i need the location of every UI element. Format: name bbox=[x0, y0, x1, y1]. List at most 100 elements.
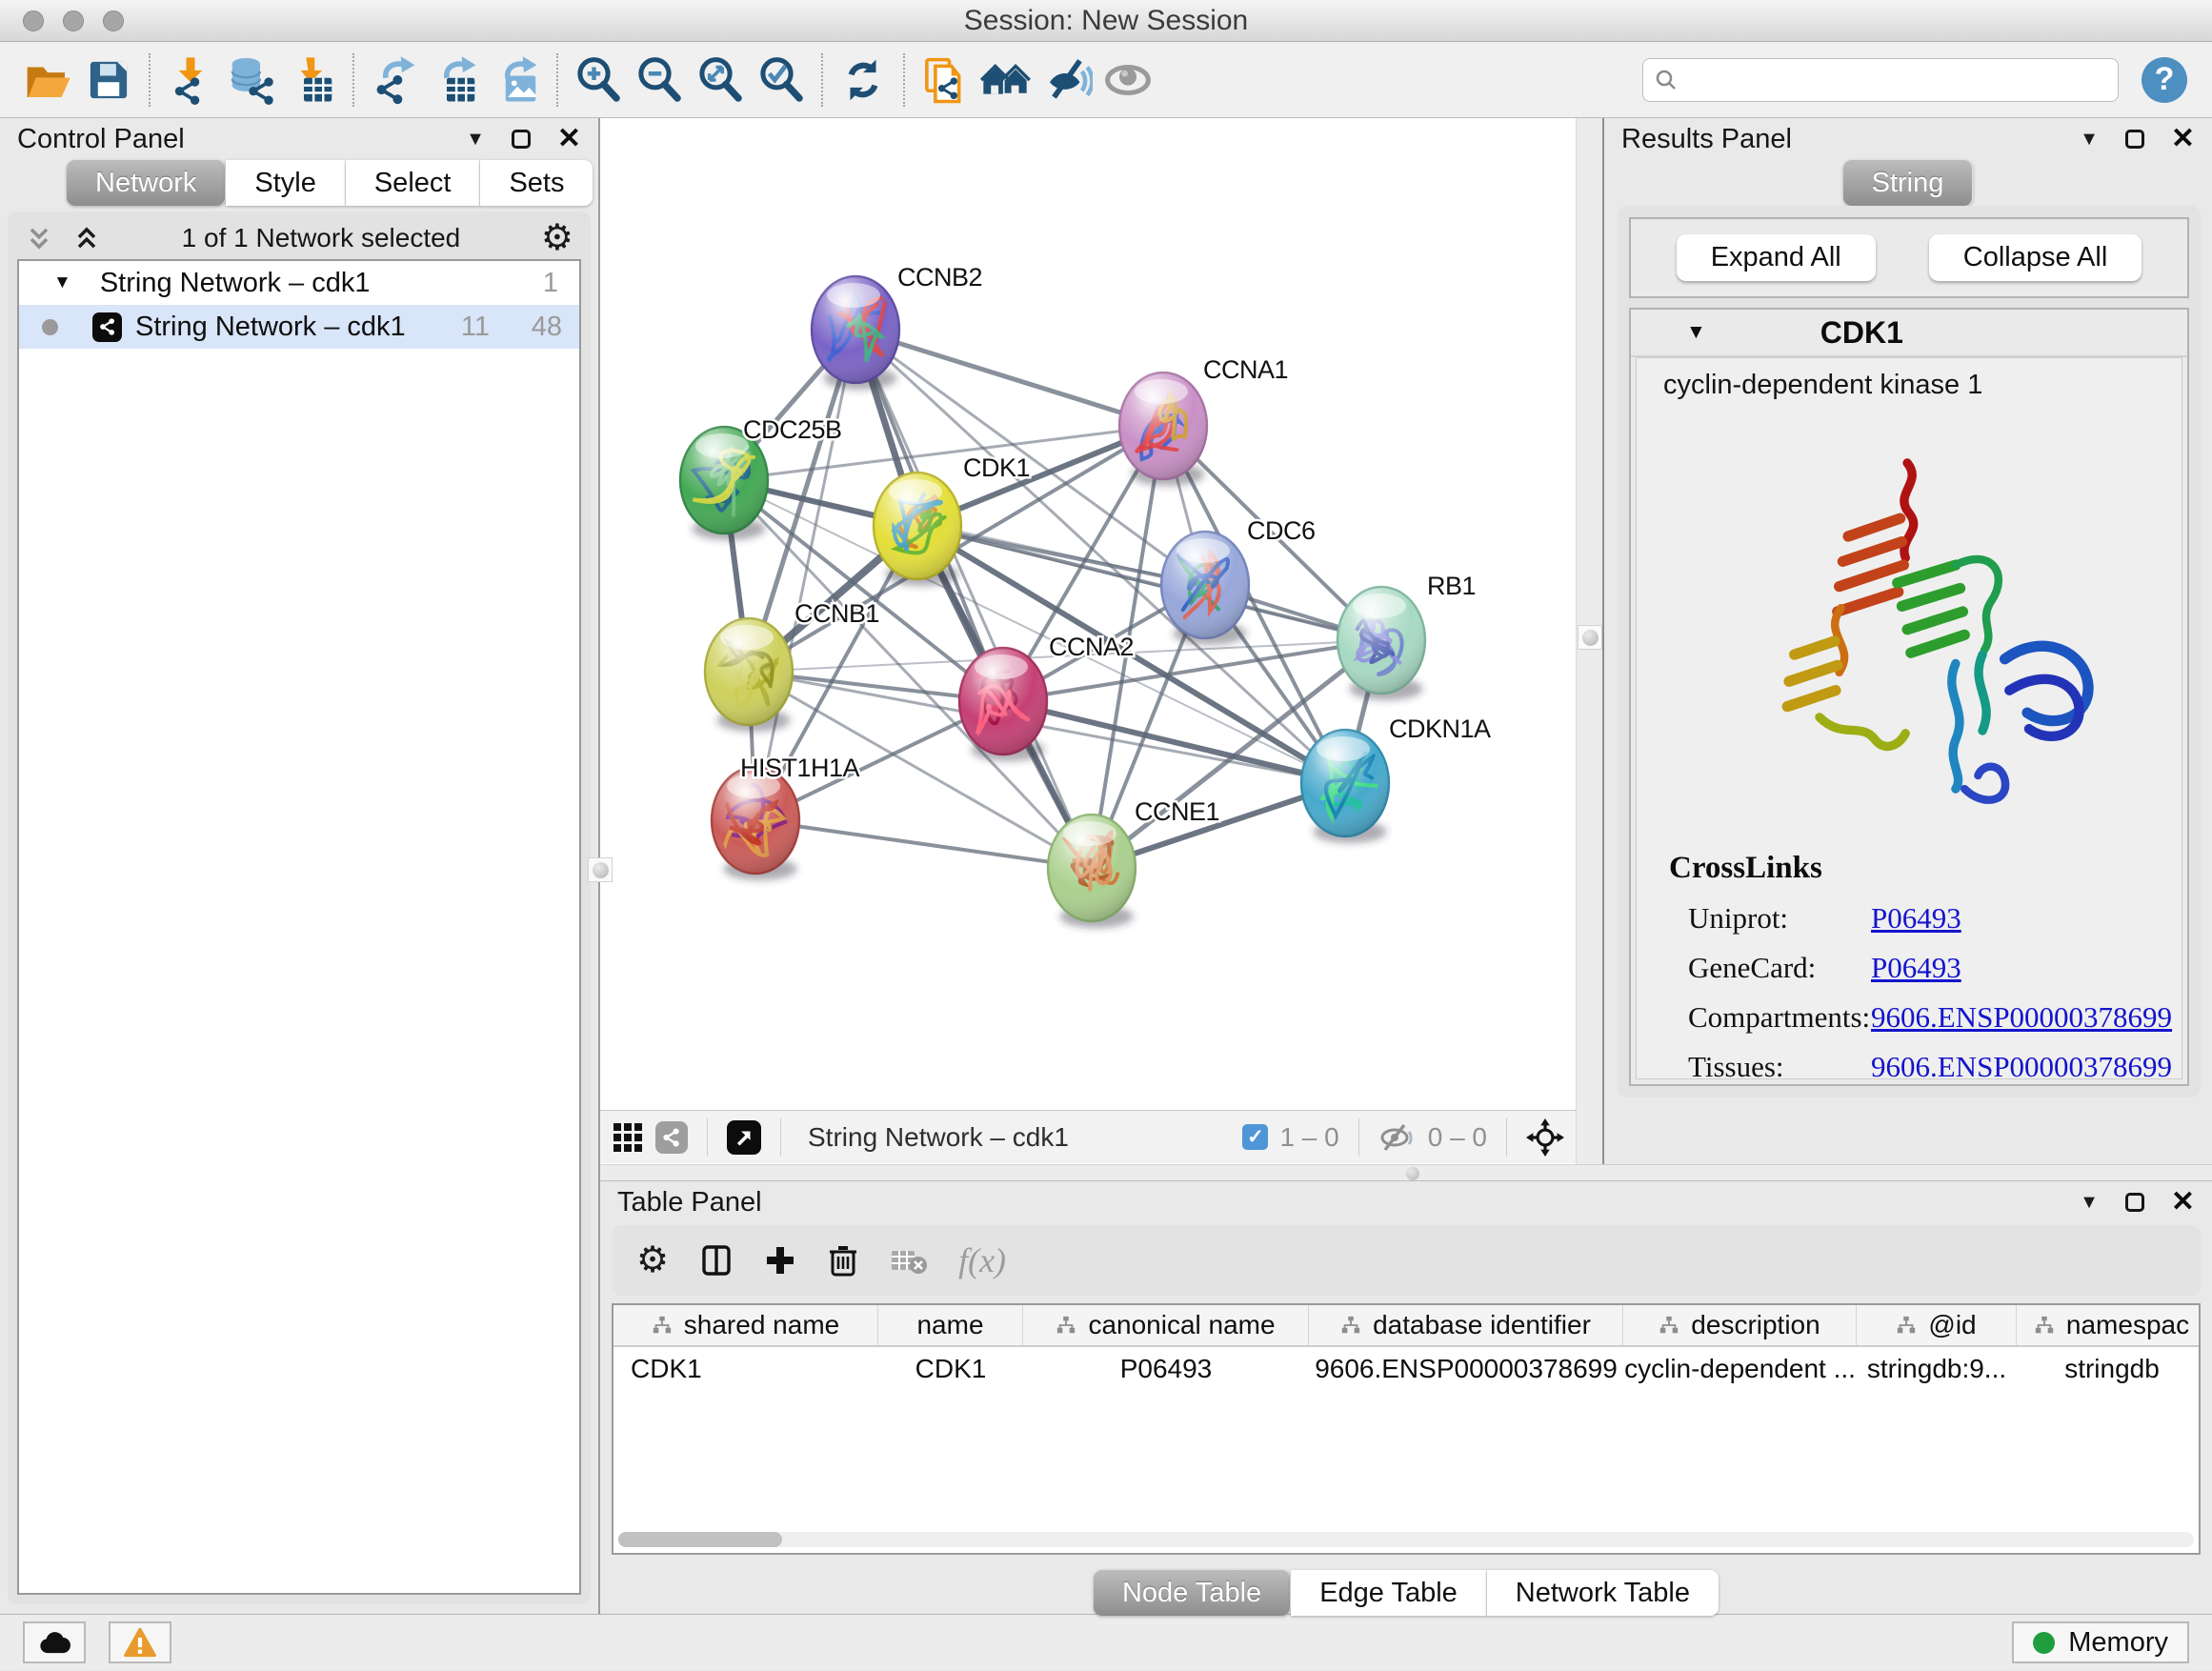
zoom-fit-button[interactable] bbox=[690, 50, 751, 111]
crosslink-row: Compartments: 9606.ENSP00000378699 bbox=[1669, 1000, 2182, 1035]
tab-style[interactable]: Style bbox=[226, 160, 345, 206]
column-header-description[interactable]: description bbox=[1623, 1305, 1857, 1345]
crosslink-value-link[interactable]: P06493 bbox=[1871, 901, 1961, 936]
collection-expand-caret-icon[interactable]: ▼ bbox=[53, 272, 71, 293]
network-node-CCNA1[interactable] bbox=[1118, 372, 1208, 480]
panel-menu-caret-icon[interactable]: ▼ bbox=[2080, 129, 2099, 151]
network-collection-row[interactable]: ▼ String Network – cdk1 1 bbox=[19, 261, 579, 305]
birdseye-view-icon[interactable] bbox=[727, 1120, 761, 1155]
table-row[interactable]: CDK1CDK1P064939606.ENSP00000378699cyclin… bbox=[613, 1347, 2199, 1391]
column-header-@id[interactable]: @id bbox=[1857, 1305, 2017, 1345]
export-network-button[interactable] bbox=[364, 50, 425, 111]
search-input[interactable] bbox=[1642, 58, 2119, 102]
network-options-gear-icon[interactable]: ⚙ bbox=[541, 220, 573, 256]
help-button[interactable]: ? bbox=[2142, 57, 2187, 103]
network-node-CCNB1[interactable] bbox=[704, 617, 794, 726]
network-edge-count: 48 bbox=[490, 312, 562, 343]
crosslink-value-link[interactable]: 9606.ENSP00000378699 bbox=[1871, 1050, 2172, 1079]
table-options-gear-icon[interactable]: ⚙ bbox=[636, 1242, 669, 1278]
vertical-splitter[interactable] bbox=[1576, 118, 1604, 1164]
network-node-CCNB2[interactable] bbox=[811, 275, 900, 384]
import-network-database-button[interactable] bbox=[221, 50, 282, 111]
export-table-button[interactable] bbox=[425, 50, 486, 111]
column-header-database-identifier[interactable]: database identifier bbox=[1309, 1305, 1623, 1345]
entry-collapse-caret-icon[interactable]: ▼ bbox=[1686, 321, 1706, 344]
tab-sets[interactable]: Sets bbox=[480, 160, 593, 206]
panel-menu-caret-icon[interactable]: ▼ bbox=[466, 129, 485, 151]
function-builder-icon: f(x) bbox=[958, 1240, 1006, 1280]
tab-edge-table[interactable]: Edge Table bbox=[1291, 1570, 1487, 1616]
node-label-CCNE1: CCNE1 bbox=[1135, 797, 1219, 826]
network-node-CDC6[interactable] bbox=[1160, 531, 1250, 639]
network-view-icon[interactable] bbox=[655, 1121, 688, 1154]
show-columns-icon[interactable] bbox=[699, 1243, 734, 1278]
create-column-plus-icon[interactable] bbox=[764, 1244, 796, 1277]
show-homes-button[interactable] bbox=[975, 50, 1036, 111]
zoom-out-button[interactable] bbox=[629, 50, 690, 111]
zoom-in-button[interactable] bbox=[568, 50, 629, 111]
zoom-selected-button[interactable] bbox=[751, 50, 812, 111]
refresh-network-button[interactable] bbox=[833, 50, 894, 111]
expand-all-icon[interactable] bbox=[72, 223, 101, 253]
panel-close-icon[interactable]: ✕ bbox=[2171, 125, 2195, 153]
network-node-CCNE1[interactable] bbox=[1047, 814, 1136, 922]
save-session-button[interactable] bbox=[78, 50, 139, 111]
open-session-button[interactable] bbox=[17, 50, 78, 111]
tab-string[interactable]: String bbox=[1843, 160, 1974, 206]
crosslink-value-link[interactable]: P06493 bbox=[1871, 951, 1961, 985]
collapse-all-icon[interactable] bbox=[25, 223, 53, 253]
column-header-name[interactable]: name bbox=[878, 1305, 1023, 1345]
expand-all-button[interactable]: Expand All bbox=[1677, 234, 1876, 281]
string-import-button[interactable] bbox=[915, 50, 975, 111]
column-header-shared-name[interactable]: shared name bbox=[613, 1305, 878, 1345]
network-node-CDKN1A[interactable] bbox=[1300, 729, 1390, 837]
hide-selected-button[interactable] bbox=[1036, 50, 1097, 111]
gene-entry-body: cyclin-dependent kinase 1 bbox=[1636, 357, 2182, 1079]
network-node-HIST1H1A[interactable] bbox=[711, 766, 800, 875]
vertical-splitter-handle[interactable] bbox=[1578, 625, 1602, 650]
panel-float-icon[interactable] bbox=[2125, 1193, 2144, 1212]
horizontal-splitter[interactable] bbox=[600, 1164, 2212, 1181]
table-cell: cyclin-dependent ... bbox=[1623, 1354, 1857, 1384]
export-image-button[interactable] bbox=[486, 50, 547, 111]
panel-menu-caret-icon[interactable]: ▼ bbox=[2080, 1192, 2099, 1214]
tab-network-table[interactable]: Network Table bbox=[1487, 1570, 1719, 1616]
tab-node-table[interactable]: Node Table bbox=[1094, 1570, 1291, 1616]
collapse-all-button[interactable]: Collapse All bbox=[1929, 234, 2142, 281]
panel-splitter-handle[interactable] bbox=[588, 857, 613, 882]
import-table-file-button[interactable] bbox=[282, 50, 343, 111]
memory-button[interactable]: Memory bbox=[2012, 1621, 2189, 1663]
delete-column-trash-icon[interactable] bbox=[827, 1243, 859, 1278]
panel-close-icon[interactable]: ✕ bbox=[557, 125, 581, 153]
gene-entry-header[interactable]: ▼ CDK1 bbox=[1631, 310, 2187, 357]
panel-float-icon[interactable] bbox=[512, 130, 531, 149]
show-all-button[interactable] bbox=[1097, 50, 1158, 111]
cloud-status-button[interactable] bbox=[23, 1621, 86, 1663]
scrollbar-thumb[interactable] bbox=[618, 1532, 782, 1547]
warnings-button[interactable] bbox=[109, 1621, 171, 1663]
divider bbox=[1506, 1118, 1507, 1157]
grid-view-icon[interactable] bbox=[612, 1121, 644, 1154]
tab-select[interactable]: Select bbox=[346, 160, 481, 206]
table-horizontal-scrollbar[interactable] bbox=[618, 1532, 2194, 1547]
network-node-CDK1[interactable] bbox=[873, 472, 962, 580]
network-row[interactable]: String Network – cdk1 11 48 bbox=[19, 305, 579, 349]
table-panel: Table Panel ▼ ✕ ⚙ f(x) shared n bbox=[600, 1181, 2212, 1614]
fit-selected-crosshair-icon[interactable] bbox=[1526, 1118, 1564, 1157]
panel-close-icon[interactable]: ✕ bbox=[2171, 1188, 2195, 1217]
column-header-canonical-name[interactable]: canonical name bbox=[1023, 1305, 1309, 1345]
network-node-RB1[interactable] bbox=[1337, 586, 1426, 695]
crosslink-value-link[interactable]: 9606.ENSP00000378699 bbox=[1871, 1000, 2172, 1035]
search-field[interactable] bbox=[1687, 65, 2106, 94]
network-node-CCNA2[interactable] bbox=[958, 647, 1048, 755]
network-canvas[interactable]: CCNB2CCNA1CDC25BCDK1CDC6RB1CCNB1CCNA2CDK… bbox=[600, 118, 1576, 1110]
import-network-file-button[interactable] bbox=[160, 50, 221, 111]
panel-float-icon[interactable] bbox=[2125, 130, 2144, 149]
table-cell: CDK1 bbox=[613, 1354, 878, 1384]
tab-network[interactable]: Network bbox=[67, 160, 226, 206]
selected-items-checkbox-icon[interactable]: ✓ bbox=[1242, 1124, 1268, 1150]
node-table[interactable]: shared namenamecanonical namedatabase id… bbox=[612, 1303, 2201, 1555]
column-header-namespac[interactable]: namespac bbox=[2017, 1305, 2201, 1345]
horizontal-splitter-handle[interactable] bbox=[1406, 1167, 1419, 1180]
table-cell: stringdb:9... bbox=[1857, 1354, 2017, 1384]
